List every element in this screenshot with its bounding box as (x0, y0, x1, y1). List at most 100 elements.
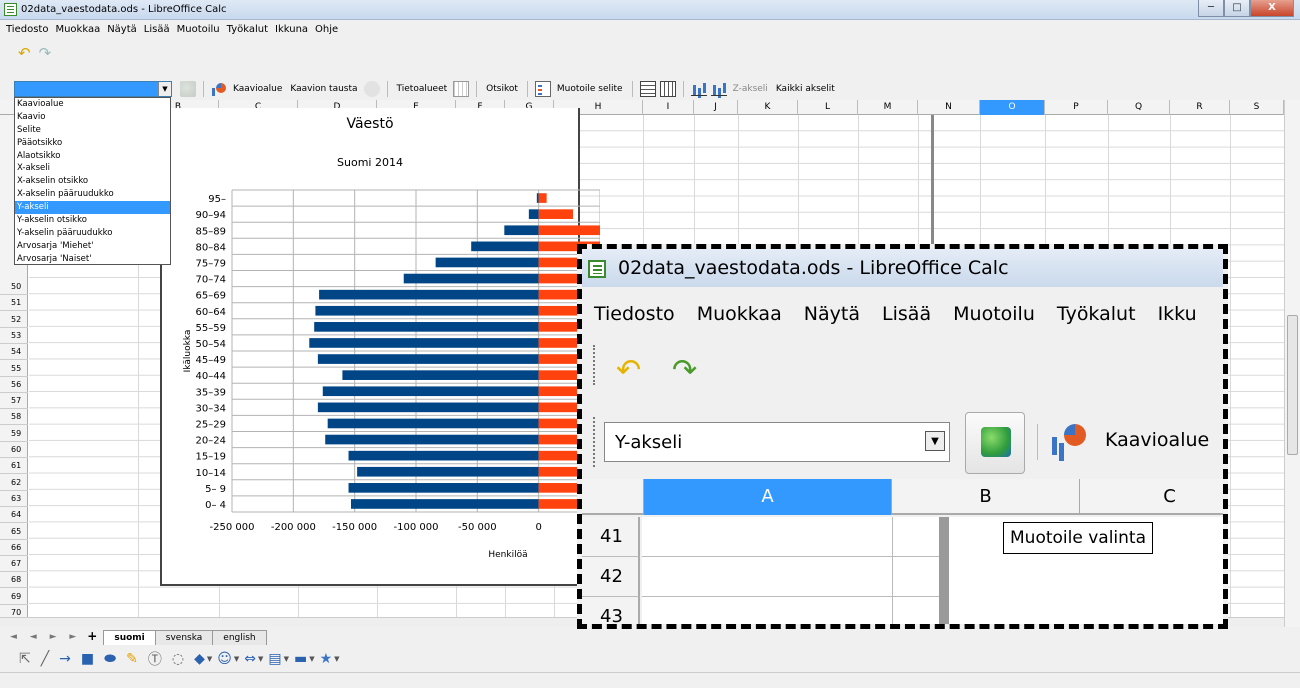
bar-naiset[interactable] (538, 209, 574, 219)
y-tick-label[interactable]: 25–29 (196, 419, 226, 430)
menu-lisaa[interactable]: Lisää (144, 24, 170, 35)
row-header[interactable]: 59 (0, 426, 28, 442)
arrow-line-icon[interactable]: → (59, 651, 71, 667)
row-header[interactable]: 64 (0, 507, 28, 524)
row-header[interactable]: 67 (0, 556, 28, 573)
dropdown-option[interactable]: Kaavio (15, 111, 170, 124)
row-header[interactable]: 53 (0, 328, 28, 344)
kaavioalue-button[interactable]: Kaavioalue (233, 84, 282, 94)
redo-icon[interactable]: ↷ (672, 353, 697, 388)
bar-miehet[interactable] (536, 193, 539, 203)
x-tick-label[interactable]: -100 000 (394, 522, 439, 533)
symbol-shapes-icon[interactable]: ☺ (217, 651, 232, 667)
row-header[interactable]: 60 (0, 442, 28, 458)
y-tick-label[interactable]: 50–54 (196, 339, 226, 350)
redo-icon[interactable]: ↷ (39, 44, 52, 62)
bar-miehet[interactable] (314, 322, 539, 332)
dropdown-option[interactable]: X-akselin otsikko (15, 175, 170, 188)
bar-miehet[interactable] (528, 209, 539, 219)
caret-icon[interactable]: ▼ (334, 655, 339, 663)
chart-wall-icon[interactable] (363, 81, 380, 97)
dropdown-option[interactable]: Y-akselin otsikko (15, 214, 170, 227)
bar-miehet[interactable] (348, 483, 539, 493)
dropdown-option[interactable]: X-akseli (15, 162, 170, 175)
bar-miehet[interactable] (315, 305, 539, 316)
bar-miehet[interactable] (342, 370, 539, 380)
vertical-scrollbar[interactable] (1284, 100, 1300, 627)
zoom-menu-muokkaa[interactable]: Muokkaa (697, 303, 782, 325)
stars-icon[interactable]: ★ (320, 651, 333, 667)
bar-miehet[interactable] (348, 450, 539, 461)
column-header[interactable]: I (643, 100, 694, 115)
column-header[interactable]: B (892, 479, 1080, 515)
menu-ohje[interactable]: Ohje (315, 24, 338, 35)
column-header[interactable]: M (858, 100, 918, 115)
vertical-grids-icon[interactable] (659, 81, 676, 97)
y-tick-label[interactable]: 40–44 (196, 371, 226, 382)
menu-tyokalut[interactable]: Työkalut (227, 24, 268, 35)
bar-miehet[interactable] (403, 273, 539, 284)
dropdown-option[interactable]: Arvosarja 'Naiset' (15, 253, 170, 266)
freeform-line-icon[interactable]: ✎ (126, 651, 138, 667)
dropdown-option[interactable]: X-akselin pääruudukko (15, 188, 170, 201)
caret-icon[interactable]: ▼ (309, 655, 314, 663)
population-chart[interactable]: 0– 4 5– 9 10–14 15–19 20–24 25–29 30–34 35–39 40… (160, 100, 600, 600)
column-header[interactable]: Q (1108, 100, 1170, 115)
column-header[interactable]: R (1170, 100, 1230, 115)
zoom-menu-lisaa[interactable]: Lisää (882, 303, 931, 325)
bar-naiset[interactable] (538, 193, 547, 203)
bar-miehet[interactable] (325, 434, 539, 445)
y-tick-label[interactable]: 0– 4 (205, 500, 226, 511)
x-axis-title[interactable]: Henkilöä (488, 550, 527, 560)
y-axis-icon[interactable] (710, 81, 727, 97)
row-header[interactable]: 41 (582, 517, 640, 557)
zoom-menu-tiedosto[interactable]: Tiedosto (594, 303, 675, 325)
zoom-menu-muotoilu[interactable]: Muotoilu (953, 303, 1035, 325)
column-header[interactable]: L (798, 100, 858, 115)
tab-svenska[interactable]: svenska (154, 630, 214, 645)
tietoalueet-button[interactable]: Tietoalueet (397, 84, 448, 94)
x-tick-label[interactable]: -50 000 (458, 522, 497, 533)
tab-suomi[interactable]: suomi (103, 630, 156, 645)
close-button[interactable]: X (1250, 0, 1294, 17)
toolbar-grip[interactable] (593, 417, 596, 467)
row-header[interactable]: 68 (0, 572, 28, 589)
y-tick-label[interactable]: 75–79 (196, 258, 226, 269)
column-header[interactable]: K (738, 100, 798, 115)
caret-icon[interactable]: ▼ (258, 655, 263, 663)
line-icon[interactable]: ╱ (41, 651, 49, 667)
tab-navigation[interactable]: ◄ ◄ ► ► (10, 632, 81, 642)
row-header[interactable]: 61 (0, 458, 28, 475)
ellipse-icon[interactable]: ⬬ (104, 651, 116, 667)
zoom-menu-ikkuna[interactable]: Ikku (1158, 303, 1197, 325)
row-header[interactable]: 58 (0, 409, 28, 426)
menu-tiedosto[interactable]: Tiedosto (6, 24, 48, 35)
y-tick-label[interactable]: 95– (208, 194, 226, 205)
chart-element-dropdown-list[interactable]: Kaavioalue Kaavio Selite Pääotsikko Alaotsik… (14, 97, 171, 265)
kaavion-tausta-button[interactable]: Kaavion tausta (290, 84, 357, 94)
caret-icon[interactable]: ▼ (284, 655, 289, 663)
bar-naiset[interactable] (538, 225, 600, 236)
callout-icon[interactable]: ◌ (172, 651, 184, 667)
y-tick-label[interactable]: 80–84 (196, 242, 226, 253)
row-header[interactable]: 66 (0, 540, 28, 556)
bar-miehet[interactable] (309, 338, 539, 348)
scroll-thumb[interactable] (1287, 315, 1298, 455)
y-tick-label[interactable]: 90–94 (196, 210, 226, 221)
row-header[interactable]: 50 (0, 279, 28, 295)
undo-icon[interactable]: ↶ (616, 353, 641, 388)
y-tick-label[interactable]: 70–74 (196, 275, 226, 286)
dropdown-option[interactable]: Kaavioalue (15, 98, 170, 111)
row-header[interactable]: 63 (0, 491, 28, 507)
zoom-menu-nayta[interactable]: Näytä (804, 303, 860, 325)
dropdown-option[interactable]: Arvosarja 'Miehet' (15, 240, 170, 253)
column-header[interactable]: S (1230, 100, 1284, 115)
flowchart-icon[interactable]: ▤ (268, 651, 281, 667)
column-header[interactable]: C (1080, 479, 1223, 515)
tab-english[interactable]: english (212, 630, 267, 645)
row-header[interactable]: 65 (0, 524, 28, 540)
format-selection-button[interactable] (965, 412, 1025, 474)
y-tick-label[interactable]: 55–59 (196, 323, 226, 334)
y-tick-label[interactable]: 65–69 (196, 291, 226, 302)
format-selection-icon[interactable] (180, 81, 196, 97)
